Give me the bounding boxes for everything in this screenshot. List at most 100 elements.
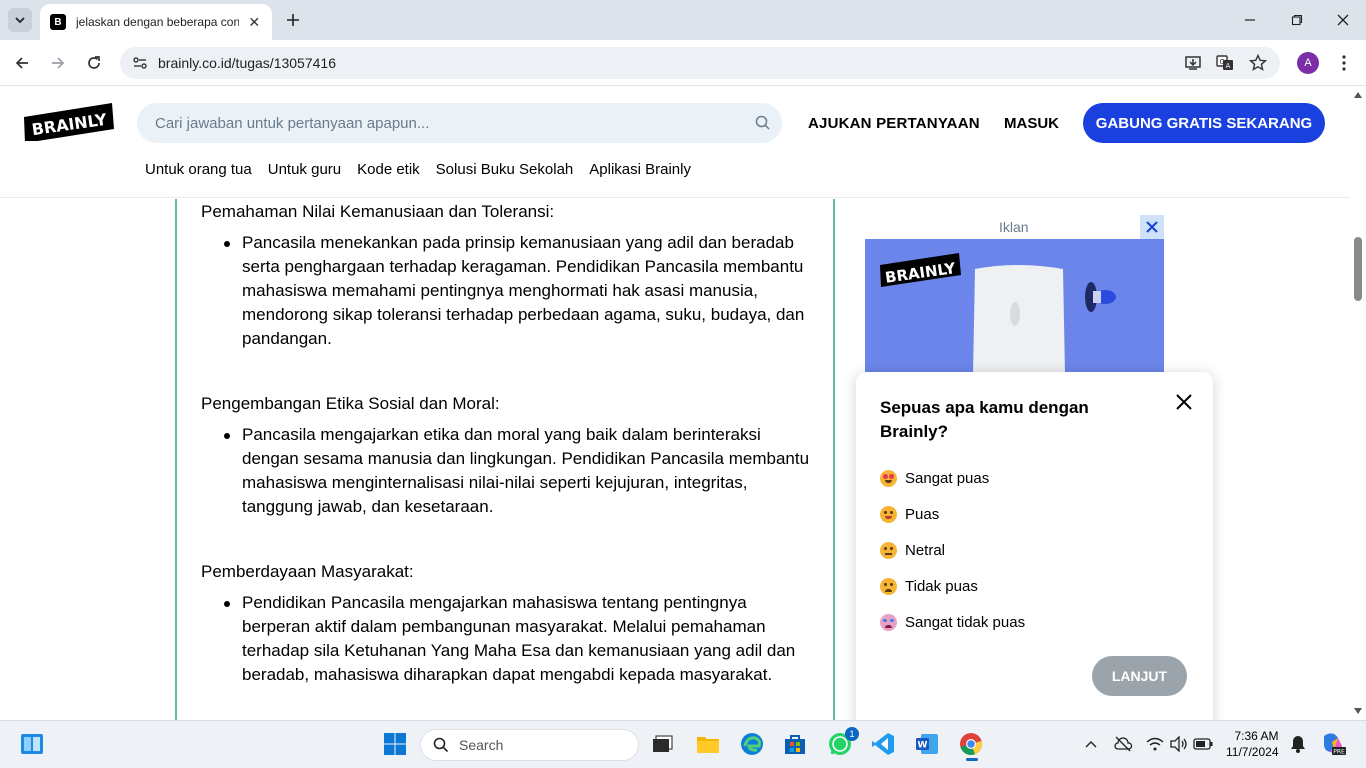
clock[interactable]: 7:36 AM 11/7/2024	[1226, 728, 1279, 760]
browser-menu-button[interactable]	[1334, 52, 1354, 74]
svg-text:A: A	[1226, 62, 1231, 70]
task-view-button[interactable]	[650, 731, 676, 757]
ad-close-button[interactable]	[1140, 215, 1164, 239]
word-icon: W	[916, 734, 938, 754]
ad-label: Iklan	[999, 219, 1029, 235]
nav-link-teachers[interactable]: Untuk guru	[268, 161, 341, 178]
bookmark-star-icon[interactable]	[1248, 53, 1268, 73]
store-icon	[785, 735, 805, 754]
microsoft-store-button[interactable]	[782, 731, 808, 757]
back-button[interactable]	[10, 51, 34, 75]
frowning-emoji-icon	[880, 577, 897, 595]
word-button[interactable]: W	[914, 731, 940, 757]
login-button[interactable]: MASUK	[1004, 115, 1059, 132]
edge-button[interactable]	[739, 731, 765, 757]
task-view-icon	[653, 735, 673, 752]
url-text: brainly.co.id/tugas/13057416	[158, 55, 336, 71]
minimize-icon	[1245, 19, 1255, 21]
copilot-button[interactable]: PRE	[1320, 731, 1346, 757]
site-header: BRAINLY Cari jawaban untuk pertanyaan ap…	[0, 87, 1350, 198]
start-button[interactable]	[382, 731, 408, 757]
kebab-menu-icon	[1342, 55, 1346, 71]
tab-close-icon[interactable]: ✕	[247, 14, 262, 31]
neutral-emoji-icon	[880, 541, 897, 559]
survey-option-label: Tidak puas	[905, 577, 978, 595]
list-item: Pendidikan Pancasila mengajarkan mahasis…	[224, 591, 810, 687]
satisfaction-survey-popup: Sepuas apa kamu dengan Brainly? Sangat p…	[856, 372, 1213, 732]
close-icon	[1337, 14, 1349, 26]
nav-link-brainly-app[interactable]: Aplikasi Brainly	[589, 161, 691, 178]
wifi-icon	[1146, 737, 1164, 751]
heart-eyes-emoji-icon	[880, 469, 897, 487]
survey-option-dissatisfied[interactable]: Tidak puas	[880, 575, 978, 597]
translate-icon[interactable]: GA	[1215, 53, 1235, 73]
crying-emoji-icon	[880, 613, 897, 631]
scroll-down-arrow-icon[interactable]	[1354, 708, 1362, 714]
bullet-list: Pancasila menekankan pada prinsip kemanu…	[224, 231, 810, 351]
minimize-button[interactable]	[1238, 8, 1262, 32]
reload-button[interactable]	[82, 51, 106, 75]
close-icon	[1146, 221, 1158, 233]
survey-option-very-dissatisfied[interactable]: Sangat tidak puas	[880, 611, 1025, 633]
search-input[interactable]: Cari jawaban untuk pertanyaan apapun...	[137, 103, 782, 143]
svg-text:PRE: PRE	[1333, 749, 1345, 756]
brainly-logo[interactable]: BRAINLY	[24, 103, 114, 141]
survey-option-very-satisfied[interactable]: Sangat puas	[880, 467, 989, 489]
tab-search-button[interactable]	[8, 8, 32, 32]
smiling-emoji-icon	[880, 505, 897, 523]
volume-control[interactable]	[1166, 731, 1192, 757]
survey-next-button[interactable]: LANJUT	[1092, 656, 1187, 696]
vscode-button[interactable]	[870, 731, 896, 757]
nav-link-code-of-ethics[interactable]: Kode etik	[357, 161, 420, 178]
whatsapp-button[interactable]: 1	[827, 727, 859, 757]
battery-status[interactable]	[1190, 731, 1216, 757]
copilot-icon: PRE	[1324, 733, 1346, 756]
restore-button[interactable]	[1285, 8, 1309, 32]
chrome-button[interactable]	[958, 731, 984, 761]
search-icon	[433, 737, 449, 753]
chrome-icon	[960, 733, 982, 756]
install-app-icon[interactable]	[1183, 53, 1203, 73]
join-free-button[interactable]: GABUNG GRATIS SEKARANG	[1083, 103, 1325, 143]
survey-option-neutral[interactable]: Netral	[880, 539, 945, 561]
widgets-button[interactable]	[19, 731, 45, 757]
folder-icon	[697, 737, 719, 753]
section-heading: Pemberdayaan Masyarakat:	[201, 562, 414, 581]
close-window-button[interactable]	[1331, 8, 1355, 32]
svg-text:G: G	[1220, 58, 1225, 66]
file-explorer-button[interactable]	[695, 731, 721, 757]
arrow-left-icon	[15, 57, 28, 69]
survey-option-satisfied[interactable]: Puas	[880, 503, 939, 525]
onedrive-status[interactable]	[1110, 731, 1136, 757]
scroll-thumb[interactable]	[1354, 237, 1362, 301]
bullet-list: Pancasila mengajarkan etika dan moral ya…	[224, 423, 810, 519]
plus-icon	[287, 14, 299, 26]
ask-question-button[interactable]: AJUKAN PERTANYAAN	[808, 115, 980, 132]
ad-artwork: BRAINLY	[880, 253, 1116, 374]
notifications-button[interactable]	[1285, 731, 1311, 757]
svg-text:W: W	[918, 741, 928, 751]
restore-icon	[1291, 14, 1303, 26]
windows-logo-icon	[384, 733, 406, 755]
nav-link-parents[interactable]: Untuk orang tua	[145, 161, 252, 178]
browser-tab-active[interactable]: B jelaskan dengan beberapa cont ✕	[40, 4, 272, 40]
taskbar-search[interactable]: Search	[420, 729, 639, 761]
search-icon[interactable]	[754, 114, 772, 132]
ad-banner[interactable]: BRAINLY	[865, 239, 1164, 374]
show-hidden-icons-button[interactable]	[1078, 731, 1104, 757]
chevron-up-icon	[1085, 741, 1097, 748]
cloud-off-icon	[1114, 736, 1133, 752]
nav-link-textbook-solutions[interactable]: Solusi Buku Sekolah	[436, 161, 574, 178]
profile-avatar[interactable]: A	[1297, 52, 1319, 74]
section-heading: Pemahaman Nilai Kemanusiaan dan Tolerans…	[201, 202, 555, 221]
scroll-up-arrow-icon[interactable]	[1354, 92, 1362, 98]
survey-close-button[interactable]	[1172, 390, 1196, 414]
address-bar[interactable]: brainly.co.id/tugas/13057416 GA	[120, 47, 1280, 79]
network-status[interactable]	[1142, 731, 1168, 757]
survey-option-label: Puas	[905, 505, 940, 523]
page-scrollbar[interactable]	[1350, 87, 1366, 720]
new-tab-button[interactable]	[282, 9, 304, 31]
forward-button[interactable]	[46, 51, 70, 75]
edge-icon	[741, 733, 763, 755]
site-settings-icon[interactable]	[130, 53, 150, 73]
